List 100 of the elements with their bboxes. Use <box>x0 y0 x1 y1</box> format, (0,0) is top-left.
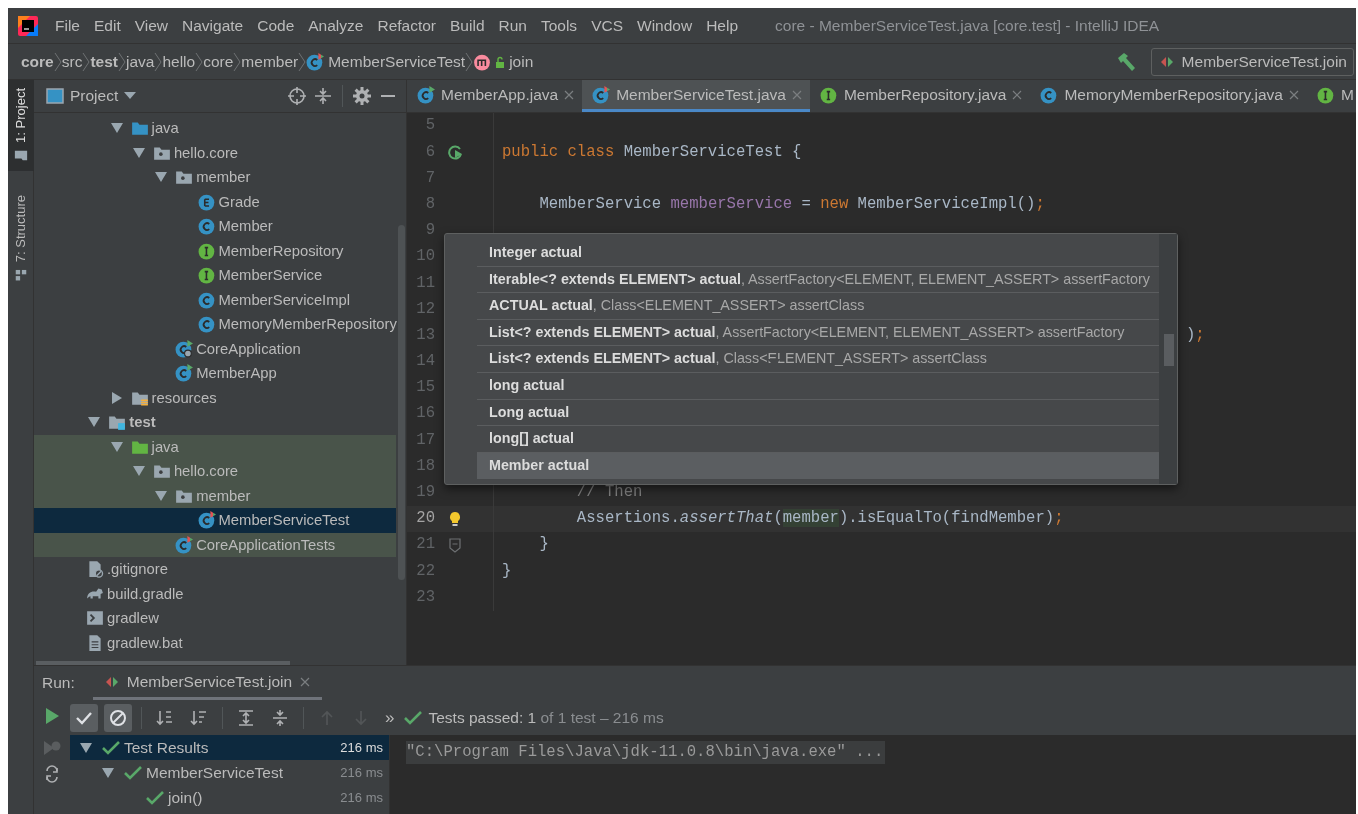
expand-arrow-icon[interactable] <box>132 146 145 159</box>
expand-arrow-icon[interactable] <box>155 489 168 502</box>
tree-item[interactable]: CoreApplication <box>34 336 396 361</box>
scrollbar-thumb[interactable] <box>398 225 405 580</box>
tree-item[interactable]: member <box>34 483 396 508</box>
scrollbar-thumb[interactable] <box>1164 334 1174 366</box>
menu-item[interactable]: Window <box>630 13 700 38</box>
editor-tab[interactable]: MemberServiceTest.java <box>582 80 810 112</box>
fold-marker-icon[interactable] <box>447 537 463 554</box>
tree-item[interactable]: .gitignore <box>34 557 396 582</box>
breadcrumb[interactable]: join <box>473 49 534 74</box>
expand-arrow-icon[interactable] <box>132 465 145 478</box>
show-ignored-button[interactable] <box>104 703 132 732</box>
menu-item[interactable]: Edit <box>87 13 128 38</box>
show-passed-button[interactable] <box>70 703 98 732</box>
close-icon[interactable] <box>564 89 575 100</box>
tool-window-tab[interactable]: 7: Structure <box>7 186 34 291</box>
tree-item[interactable]: MemberApp <box>34 361 396 386</box>
tree-item[interactable]: member <box>34 165 396 190</box>
menu-item[interactable]: Tools <box>533 13 585 38</box>
lightbulb-icon[interactable] <box>447 510 463 527</box>
completion-item[interactable]: Long actual <box>477 399 1159 427</box>
tree-item[interactable]: Member <box>34 214 396 239</box>
expand-arrow-icon[interactable] <box>110 122 123 135</box>
close-icon[interactable] <box>1012 89 1023 100</box>
breadcrumb[interactable]: java <box>126 49 155 74</box>
tree-item[interactable]: CoreApplicationTests <box>34 532 396 557</box>
tool-window-tab[interactable]: 1: Project <box>7 80 34 171</box>
tree-item[interactable]: MemberServiceTest <box>34 508 396 533</box>
tree-item[interactable]: hello.core <box>34 459 396 484</box>
menu-item[interactable]: Help <box>699 13 746 38</box>
menu-item[interactable]: VCS <box>584 13 630 38</box>
tree-item[interactable]: hello.core <box>34 140 396 165</box>
breadcrumb[interactable]: core <box>203 49 234 74</box>
tree-item[interactable]: MemberServiceImpl <box>34 287 396 312</box>
menu-item[interactable]: Build <box>443 13 492 38</box>
close-icon[interactable] <box>300 676 311 687</box>
test-result-item[interactable]: MemberServiceTest 216 ms <box>70 760 389 785</box>
menu-item[interactable]: View <box>127 13 176 38</box>
expand-arrow-icon[interactable] <box>155 171 168 184</box>
tree-item[interactable]: gradlew.bat <box>34 630 396 655</box>
tree-item[interactable]: MemoryMemberRepository <box>34 312 396 337</box>
tree-item[interactable]: MemberService <box>34 263 396 288</box>
tree-item[interactable]: resources <box>34 385 396 410</box>
breadcrumb[interactable]: src <box>61 49 83 74</box>
settings-icon[interactable] <box>352 86 372 106</box>
close-icon[interactable] <box>1288 89 1299 100</box>
line-number: 16 <box>415 403 435 425</box>
completion-item[interactable]: Member actual <box>477 452 1159 480</box>
enum-icon <box>197 192 216 211</box>
tree-item[interactable]: MemberRepository <box>34 238 396 263</box>
completion-item[interactable]: long actual <box>477 372 1159 400</box>
app-logo[interactable] <box>16 13 40 38</box>
completion-item[interactable]: ACTUAL actual, Class<ELEMENT_ASSERT> assertClass <box>477 293 1159 320</box>
completion-item[interactable]: List<? extends ELEMENT> actual, AssertFactory<ELEMENT, ELEMENT_ASSERT> assertFactory <box>477 319 1159 347</box>
play-icon[interactable] <box>43 707 61 725</box>
more-button[interactable]: » <box>381 709 399 726</box>
editor-tab[interactable]: MemberApp.java <box>407 80 583 112</box>
tree-item[interactable]: Grade <box>34 189 396 214</box>
editor-tab[interactable]: MemberRepository.java <box>809 80 1031 112</box>
editor-tab[interactable]: MemoryMemberRepository.java <box>1030 80 1307 112</box>
completion-item[interactable]: long[] actual <box>477 426 1159 453</box>
run-config-dropdown[interactable]: MemberServiceTest.join <box>1150 47 1354 76</box>
close-icon[interactable] <box>791 89 802 100</box>
collapse-arrow-icon[interactable] <box>110 391 123 404</box>
breadcrumb[interactable]: member <box>241 49 299 74</box>
breadcrumb[interactable]: hello <box>162 49 196 74</box>
run-test-icon[interactable] <box>447 144 463 161</box>
tree-item[interactable]: build.gradle <box>34 581 396 606</box>
caret-icon[interactable] <box>124 92 137 100</box>
tree-item[interactable]: java <box>34 434 396 459</box>
menu-item[interactable]: Code <box>250 13 302 38</box>
menu-item[interactable]: Navigate <box>175 13 251 38</box>
expand-arrow-icon[interactable] <box>88 416 101 429</box>
tree-item[interactable]: gradlew <box>34 606 396 631</box>
test-result-item[interactable]: Test Results 216 ms <box>70 735 389 760</box>
completion-item[interactable]: Iterable<? extends ELEMENT> actual, AssertFactory<ELEMENT, ELEMENT_ASSERT> assertFactory <box>477 266 1159 294</box>
crosshair-icon[interactable] <box>287 86 307 106</box>
panel-title[interactable]: Project <box>70 84 119 108</box>
scrollbar-thumb[interactable] <box>36 661 290 665</box>
tree-item[interactable]: test <box>34 410 396 435</box>
expand-arrow-icon[interactable] <box>110 440 123 453</box>
menu-item[interactable]: Run <box>491 13 534 38</box>
collapse-all-icon[interactable] <box>313 86 333 106</box>
run-tab[interactable]: MemberServiceTest.join <box>92 666 323 700</box>
expand-arrow-icon[interactable] <box>102 766 114 779</box>
run-config-icon <box>1159 54 1174 69</box>
expand-arrow-icon[interactable] <box>80 741 92 754</box>
toggle-rerun-icon[interactable] <box>43 765 61 783</box>
menu-item[interactable]: File <box>48 13 87 38</box>
completion-item[interactable]: List<? extends ELEMENT> actual, Class<ELEMENT_ASSERT> assertClass <box>477 346 1159 373</box>
test-result-item[interactable]: join() 216 ms <box>70 785 389 810</box>
menu-item[interactable]: Refactor <box>370 13 444 38</box>
breadcrumb[interactable]: core <box>21 49 54 74</box>
menu-item[interactable]: Analyze <box>301 13 371 38</box>
breadcrumb[interactable]: test <box>90 49 118 74</box>
breadcrumb[interactable]: MemberServiceTest <box>306 49 466 74</box>
tree-item[interactable]: java <box>34 116 396 141</box>
editor-tab[interactable]: M <box>1306 80 1356 112</box>
completion-item[interactable]: Integer actual <box>477 240 1159 267</box>
